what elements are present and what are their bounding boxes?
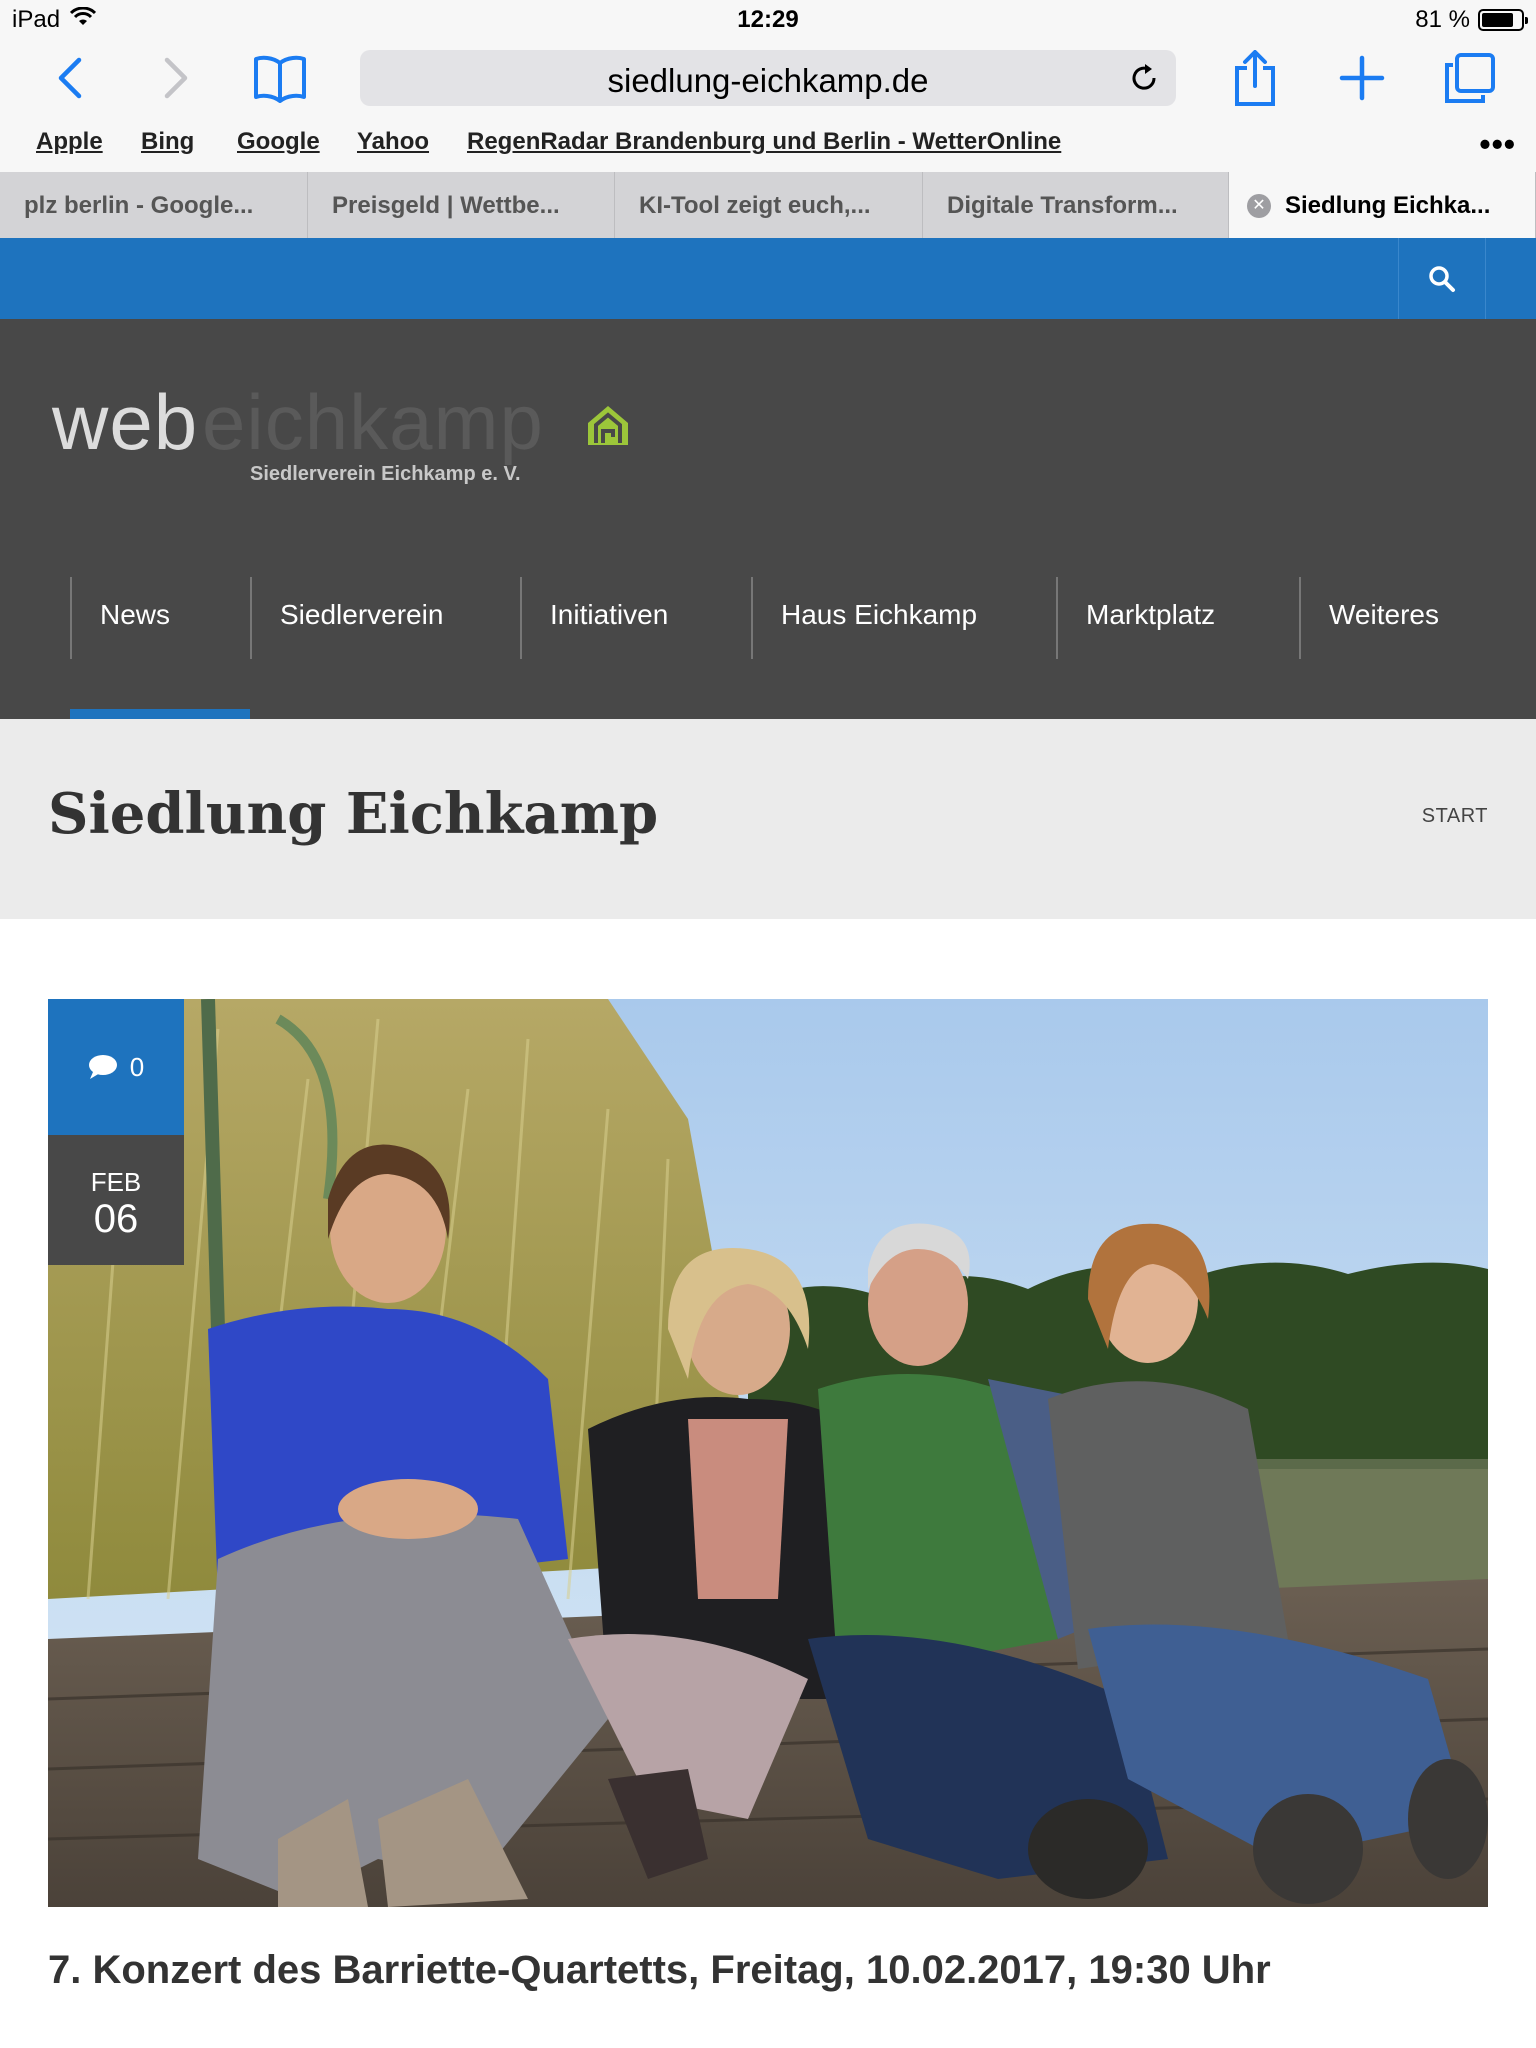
post-title[interactable]: 7. Konzert des Barriette-Quartetts, Frei…	[48, 1948, 1271, 1993]
logo-eichkamp-text: eichkamp	[202, 378, 544, 466]
post-featured-image[interactable]	[48, 999, 1488, 1907]
tab-label: Preisgeld | Wettbe...	[332, 192, 560, 219]
nav-label: Siedlerverein	[280, 599, 444, 630]
address-bar[interactable]: siedlung-eichkamp.de	[360, 50, 1176, 106]
tab-ki-tool[interactable]: KI-Tool zeigt euch,...	[615, 172, 923, 238]
nav-label: Weiteres	[1329, 599, 1439, 630]
tab-label: KI-Tool zeigt euch,...	[639, 192, 871, 219]
page-title: Siedlung Eichkamp	[48, 781, 659, 847]
battery-percent: 81 %	[1415, 6, 1470, 33]
main-navigation: News Siedlerverein Initiativen Haus Eich…	[0, 577, 1536, 719]
back-button[interactable]	[40, 48, 100, 108]
nav-label: Marktplatz	[1086, 599, 1216, 630]
site-top-bar	[0, 238, 1536, 319]
reload-icon[interactable]	[1124, 58, 1164, 98]
nav-active-indicator	[70, 709, 250, 719]
tab-preisgeld[interactable]: Preisgeld | Wettbe...	[308, 172, 615, 238]
post-day: 06	[93, 1197, 139, 1241]
nav-item-news[interactable]: News	[70, 577, 250, 659]
nav-label: Haus Eichkamp	[781, 599, 978, 630]
post-month: FEB	[90, 1167, 142, 1197]
site-logo[interactable]: web eichkamp Siedlerverein Eichkamp e. V…	[52, 361, 652, 501]
close-tab-icon[interactable]: ✕	[1247, 194, 1271, 218]
logo-subtitle: Siedlerverein Eichkamp e. V.	[250, 463, 521, 485]
nav-label: News	[100, 599, 171, 630]
nav-item-haus-eichkamp[interactable]: Haus Eichkamp	[751, 577, 1057, 659]
nav-item-siedlerverein[interactable]: Siedlerverein	[250, 577, 522, 659]
page-title-band: Siedlung Eichkamp START	[0, 719, 1536, 919]
share-button[interactable]	[1225, 48, 1285, 108]
tab-plz-berlin[interactable]: plz berlin - Google...	[0, 172, 308, 238]
post-date-badge: FEB 06	[48, 1135, 184, 1265]
bookmark-apple[interactable]: Apple	[36, 128, 103, 156]
bookmark-yahoo[interactable]: Yahoo	[357, 128, 429, 156]
new-tab-button[interactable]	[1332, 48, 1392, 108]
bookmarks-button[interactable]	[250, 48, 310, 108]
tab-bar: plz berlin - Google... Preisgeld | Wettb…	[0, 172, 1536, 238]
comment-count-badge[interactable]: 0	[48, 999, 184, 1135]
bookmark-regenradar[interactable]: RegenRadar Brandenburg und Berlin - Wett…	[467, 128, 1061, 156]
tabs-overview-button[interactable]	[1440, 48, 1500, 108]
clock: 12:29	[737, 6, 799, 33]
more-icon[interactable]: •••	[1479, 126, 1516, 163]
nav-label: Initiativen	[550, 599, 669, 630]
tab-siedlung-eichkamp[interactable]: ✕ Siedlung Eichka...	[1229, 172, 1536, 238]
forward-button[interactable]	[146, 48, 206, 108]
breadcrumb[interactable]: START	[1422, 805, 1488, 828]
bookmarks-bar: Apple Bing Google Yahoo RegenRadar Brand…	[0, 120, 1536, 172]
bookmark-bing[interactable]: Bing	[141, 128, 194, 156]
battery-icon	[1478, 9, 1528, 31]
bookmark-google[interactable]: Google	[237, 128, 320, 156]
house-logo-icon	[588, 406, 628, 445]
logo-web-text: web	[52, 378, 199, 466]
browser-toolbar: siedlung-eichkamp.de	[0, 40, 1536, 120]
tab-label: plz berlin - Google...	[24, 192, 254, 219]
comment-icon	[88, 1055, 117, 1079]
tab-digitale-transformation[interactable]: Digitale Transform...	[923, 172, 1229, 238]
nav-item-weiteres[interactable]: Weiteres	[1299, 577, 1499, 659]
nav-item-initiativen[interactable]: Initiativen	[520, 577, 752, 659]
nav-item-marktplatz[interactable]: Marktplatz	[1056, 577, 1300, 659]
site-header: web eichkamp Siedlerverein Eichkamp e. V…	[0, 319, 1536, 719]
tab-label: Siedlung Eichka...	[1285, 192, 1491, 219]
url-text: siedlung-eichkamp.de	[607, 62, 929, 99]
comment-count: 0	[129, 1051, 145, 1082]
search-icon	[1429, 265, 1455, 292]
site-search-button[interactable]	[1398, 238, 1486, 319]
tab-label: Digitale Transform...	[947, 192, 1178, 219]
status-bar: iPad 12:29 81 %	[0, 0, 1536, 40]
status-right: 81 %	[1415, 6, 1528, 34]
